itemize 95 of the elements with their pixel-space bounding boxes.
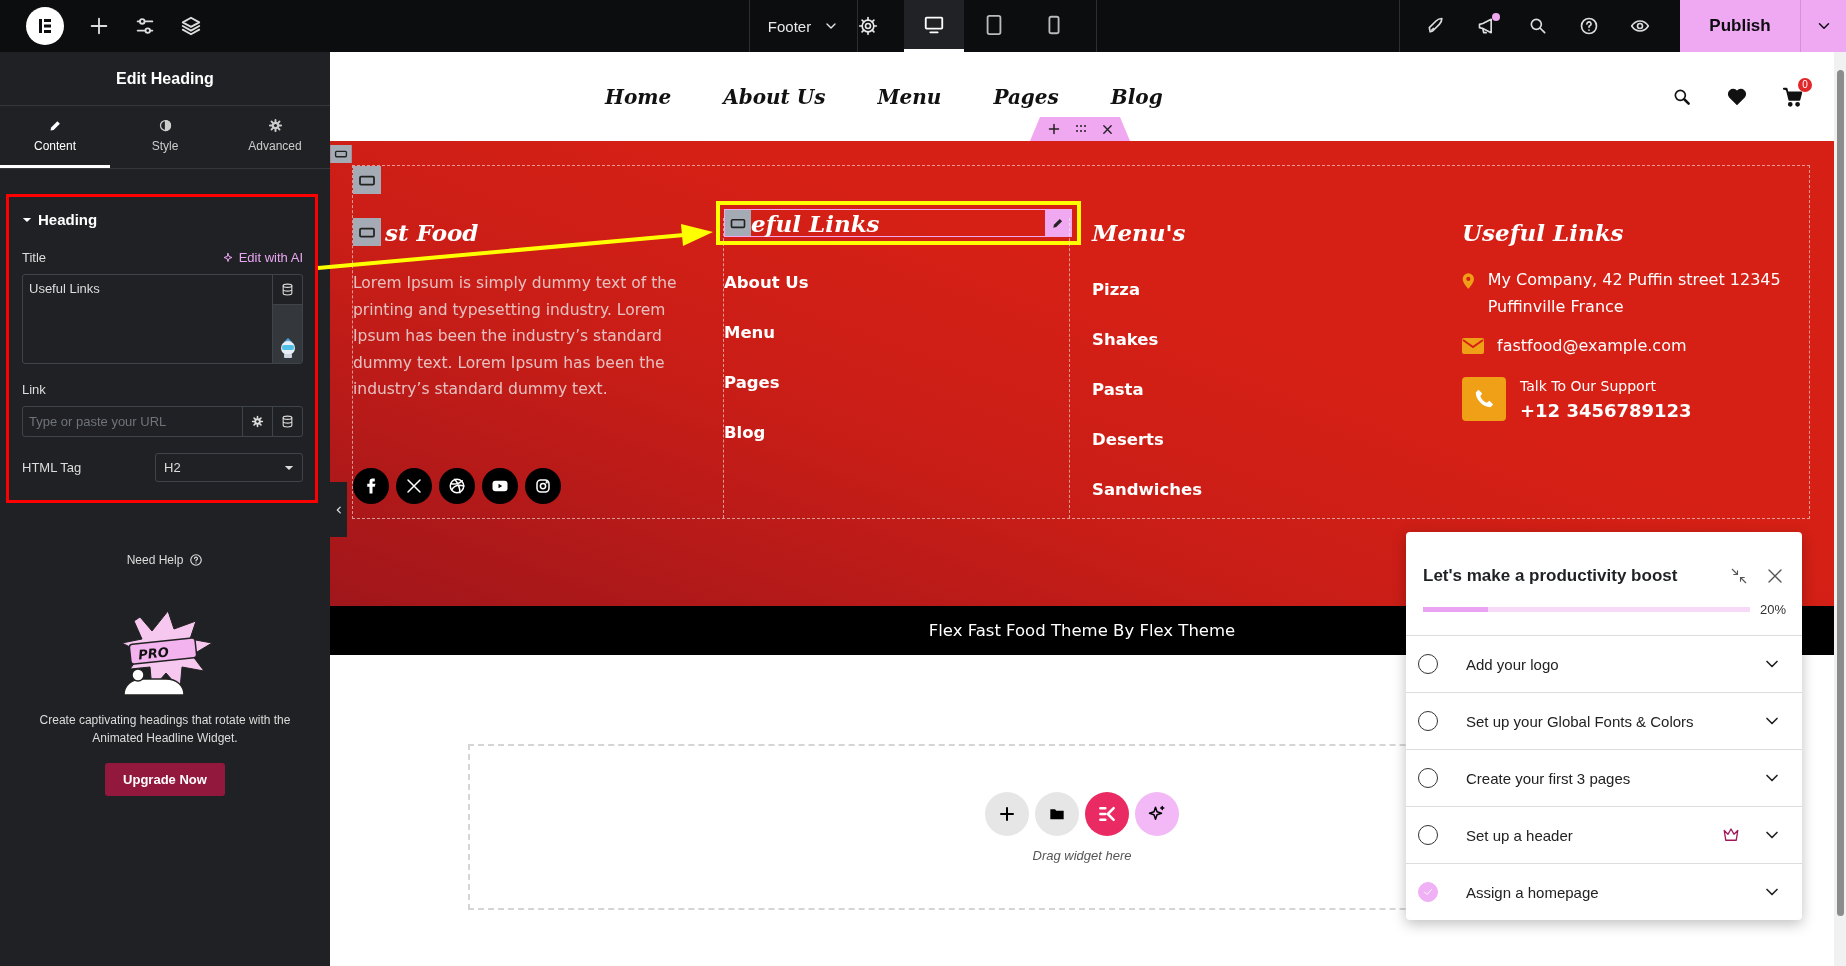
contrast-icon (157, 118, 173, 133)
help-button[interactable] (1579, 16, 1599, 36)
copyright-text: Flex Fast Food Theme By Flex Theme (928, 621, 1236, 640)
panel-tab[interactable]: Advanced (220, 106, 330, 168)
mail-icon (1462, 337, 1484, 354)
templates-button[interactable] (1035, 791, 1079, 836)
footer-link[interactable]: Menu (724, 321, 1069, 345)
footer-link[interactable]: Pages (724, 371, 1069, 395)
social-button[interactable] (482, 468, 518, 504)
sparkle-icon (1148, 804, 1166, 823)
x-icon (405, 477, 423, 495)
drag-icon (1073, 123, 1088, 135)
edit-button[interactable] (1045, 210, 1071, 236)
social-button[interactable] (353, 468, 389, 504)
help-icon (1579, 16, 1599, 36)
footer-link[interactable]: About Us (724, 271, 1069, 295)
section-toggle[interactable]: Heading (22, 211, 303, 228)
nav-link[interactable]: Blog (1110, 84, 1163, 109)
footer-link[interactable]: Deserts (1092, 428, 1439, 452)
nav-link[interactable]: Pages (993, 84, 1059, 109)
kit-button[interactable] (1085, 791, 1129, 836)
instagram-icon (534, 477, 552, 495)
social-button[interactable] (396, 468, 432, 504)
desktop-view-button[interactable] (904, 0, 965, 52)
ai-button[interactable] (1135, 791, 1179, 836)
layers-icon (180, 15, 202, 37)
close-icon (1101, 123, 1113, 135)
plus-icon (1047, 123, 1060, 135)
widget-handle-icon (353, 218, 381, 246)
scrollbar-thumb[interactable] (1836, 70, 1844, 916)
footer-heading: Menu's (1092, 218, 1186, 246)
field-label: Link (22, 382, 46, 397)
upgrade-button[interactable]: Upgrade Now (105, 763, 225, 796)
plus-icon (999, 805, 1015, 822)
footer-heading: st Food (385, 218, 479, 246)
cart-icon (1782, 85, 1804, 108)
minimize-button[interactable] (1730, 567, 1748, 585)
footer-link[interactable]: Blog (724, 421, 1069, 445)
field-label: HTML Tag (22, 460, 82, 475)
progress-percent: 20% (1759, 602, 1786, 617)
footer-link[interactable]: Shakes (1092, 328, 1439, 352)
html-tag-select[interactable]: H2 (155, 453, 303, 482)
social-button[interactable] (439, 468, 475, 504)
pencil-icon (47, 118, 63, 133)
collapse-arrows-icon (1730, 567, 1748, 585)
panel-tab[interactable]: Style (110, 106, 220, 168)
phone-number: +12 3456789123 (1520, 399, 1692, 421)
sliders-icon (134, 15, 156, 37)
footer-heading: Useful Links (1462, 218, 1624, 246)
publish-button[interactable]: Publish (1680, 0, 1800, 52)
checklist-title: Let's make a productivity boost (1423, 566, 1678, 586)
plus-icon (88, 15, 110, 37)
support-label: Talk To Our Support (1520, 377, 1657, 394)
address-text: My Company, 42 Puffin street 12345 Puffinville France (1487, 269, 1782, 318)
cart-count: 0 (1798, 77, 1812, 92)
widget-handle-icon (725, 210, 751, 236)
megaphone-button[interactable] (1477, 16, 1497, 36)
logo-icon[interactable] (26, 7, 64, 45)
footer-link[interactable]: Pizza (1092, 278, 1439, 302)
field-label: Title (22, 250, 47, 265)
nav-link[interactable]: Menu (877, 84, 942, 109)
drop-hint: Drag widget here (1032, 847, 1132, 863)
database-icon (281, 283, 294, 296)
checklist-item[interactable]: Add your logo (1406, 635, 1802, 692)
notification-dot (1492, 13, 1500, 21)
close-button[interactable] (1766, 567, 1784, 585)
settings-icon (858, 16, 879, 36)
gear-icon (267, 118, 283, 133)
email-text[interactable]: fastfood@example.com (1497, 332, 1687, 359)
nav-link[interactable]: About Us (723, 84, 826, 109)
dribbble-icon (448, 477, 466, 495)
checklist-item[interactable]: Assign a homepage (1406, 863, 1802, 920)
sparkle-icon (222, 251, 235, 264)
search-icon (1528, 16, 1548, 36)
edit-with-ai-link[interactable]: Edit with AI (222, 250, 303, 265)
add-section-button[interactable] (985, 791, 1029, 836)
checklist-item[interactable]: Create your first 3 pages (1406, 749, 1802, 806)
search-button[interactable] (1528, 16, 1548, 36)
close-icon (1766, 567, 1784, 585)
panel-tab[interactable]: Content (0, 106, 110, 168)
help-icon (189, 553, 204, 567)
pencil-icon (1051, 216, 1065, 230)
checklist-item[interactable]: Set up your Global Fonts & Colors (1406, 692, 1802, 749)
need-help-link[interactable]: Need Help (126, 553, 184, 567)
social-button[interactable] (525, 468, 561, 504)
promo-text: Create captivating headings that rotate with the Animated Headline Widget. (38, 712, 292, 747)
footer-link[interactable]: Sandwiches (1092, 478, 1439, 502)
nav-link[interactable]: Home (605, 84, 672, 109)
check-icon (1422, 886, 1434, 898)
about-text: Lorem Ipsum is simply dummy text of the printing and typesetting industry. Lorem Ipsum has been the industry’s standard dummy text. Lorem Ipsum has been the industry’s standard dummy text. (353, 273, 678, 400)
footer-link[interactable]: Pasta (1092, 378, 1439, 402)
robot-icon[interactable] (278, 337, 297, 359)
checklist-item[interactable]: Set up a header (1406, 806, 1802, 863)
widget-handle-icon (353, 166, 381, 194)
phone-icon (1462, 377, 1506, 421)
